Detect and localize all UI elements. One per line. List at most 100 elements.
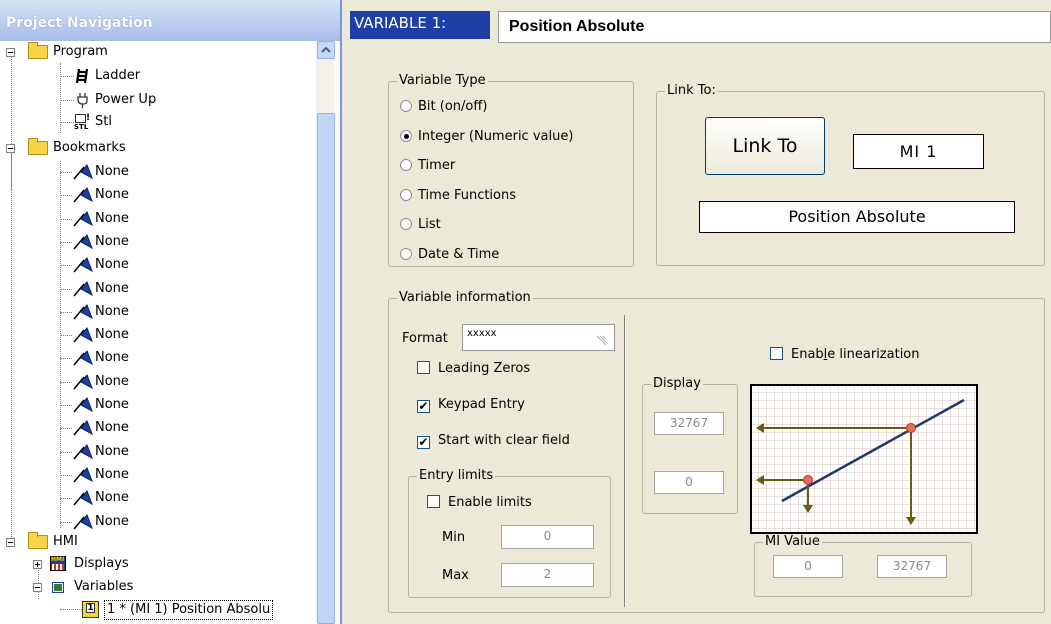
tree-item-label: 1 * (MI 1) Position Absolu bbox=[104, 600, 274, 620]
checkbox-box bbox=[427, 495, 440, 508]
bookmark-icon bbox=[73, 187, 93, 203]
tree-item-label: HMI bbox=[53, 534, 78, 549]
tree-item-label: None bbox=[95, 233, 129, 249]
radio-label: Time Functions bbox=[418, 187, 517, 203]
bookmark-icon bbox=[73, 327, 93, 343]
max-label: Max bbox=[442, 568, 469, 583]
checkbox-box: ✔ bbox=[417, 435, 430, 449]
display-low-field[interactable]: 0 bbox=[654, 471, 724, 494]
tree-item-label: Variables bbox=[74, 579, 134, 594]
radio-label: Timer bbox=[418, 158, 456, 173]
project-navigation-title: Project Navigation bbox=[0, 0, 340, 41]
mi-value-low-field[interactable]: 0 bbox=[773, 555, 843, 578]
clear-field-checkbox[interactable]: ✔ Start with clear field bbox=[417, 432, 570, 450]
tree-item-label: None bbox=[95, 466, 129, 482]
hmi-display-icon: HMI bbox=[49, 555, 67, 573]
display-high-field[interactable]: 32767 bbox=[654, 412, 724, 435]
variable-name-field[interactable]: Position Absolute bbox=[498, 11, 1051, 43]
group-title: Link To: bbox=[665, 83, 718, 99]
bookmark-icon bbox=[73, 303, 93, 320]
link-description-field: Position Absolute bbox=[699, 201, 1015, 233]
folder-icon bbox=[28, 42, 48, 59]
collapse-toggle[interactable] bbox=[6, 144, 15, 153]
variable-type-radio[interactable]: List bbox=[400, 216, 441, 234]
display-group: Display 32767 0 bbox=[642, 376, 738, 514]
radio-button bbox=[400, 159, 412, 171]
collapse-toggle[interactable] bbox=[6, 48, 15, 57]
high-point bbox=[906, 423, 916, 433]
bookmark-icon bbox=[73, 233, 93, 250]
variable-type-radio[interactable]: Date & Time bbox=[400, 246, 499, 264]
format-field[interactable]: xxxxx bbox=[462, 324, 615, 351]
variable-editor: VARIABLE 1: Position Absolute Variable T… bbox=[346, 0, 1051, 624]
link-to-button[interactable]: Link To bbox=[705, 117, 825, 175]
variable-information-group: Variable information Format xxxxx Leadin… bbox=[388, 290, 1045, 613]
group-title: MI Value bbox=[763, 534, 822, 550]
enable-linearization-checkbox[interactable]: Enable linearization bbox=[770, 346, 920, 364]
group-title: Variable Type bbox=[397, 73, 488, 89]
checkbox-label: Keypad Entry bbox=[438, 397, 525, 412]
tree-item-label: Displays bbox=[74, 556, 129, 571]
bookmark-icon bbox=[73, 443, 93, 460]
stl-icon: ! STL bbox=[74, 113, 91, 131]
tree-item-label: None bbox=[95, 327, 129, 343]
link-operand-field: MI 1 bbox=[853, 134, 984, 169]
tree-item-label: None bbox=[95, 257, 129, 273]
resize-grip-icon bbox=[596, 335, 607, 346]
checkbox-label: Enable limits bbox=[448, 495, 532, 510]
tree-item-label: None bbox=[95, 420, 129, 436]
bookmark-icon bbox=[73, 210, 93, 227]
tree-item-label: None bbox=[95, 164, 129, 179]
tree-item-label: None bbox=[95, 373, 129, 389]
power-plug-icon bbox=[77, 93, 88, 108]
project-navigation-title-text: Project Navigation bbox=[6, 15, 153, 31]
tree-item-label: None bbox=[95, 443, 129, 459]
format-label: Format bbox=[402, 331, 448, 346]
variable-type-radio[interactable]: Integer (Numeric value) bbox=[400, 128, 573, 146]
max-field[interactable]: 2 bbox=[501, 563, 594, 587]
bookmark-icon bbox=[73, 397, 93, 413]
ladder-icon bbox=[75, 68, 89, 84]
radio-button bbox=[400, 129, 412, 142]
variable-type-group: Variable Type Bit (on/off) Integer (Numer… bbox=[388, 73, 634, 267]
tree-scrollbar[interactable] bbox=[316, 41, 335, 624]
leading-zeros-checkbox[interactable]: Leading Zeros bbox=[417, 360, 530, 378]
scroll-thumb[interactable] bbox=[317, 113, 335, 624]
radio-button bbox=[400, 218, 412, 230]
min-field[interactable]: 0 bbox=[501, 525, 594, 549]
min-label: Min bbox=[442, 530, 466, 545]
collapse-toggle[interactable] bbox=[6, 538, 15, 547]
group-title: Entry limits bbox=[417, 468, 496, 484]
variable-type-radio[interactable]: Time Functions bbox=[400, 187, 516, 205]
variables-icon bbox=[49, 578, 67, 596]
enable-limits-checkbox[interactable]: Enable limits bbox=[427, 494, 532, 512]
bookmark-icon bbox=[73, 164, 93, 180]
radio-label: Date & Time bbox=[418, 246, 500, 262]
bookmark-icon bbox=[73, 280, 93, 296]
link-to-group: Link To: Link To MI 1 Position Absolute bbox=[656, 83, 1045, 266]
tree-item-label: None bbox=[95, 397, 129, 412]
keypad-entry-checkbox[interactable]: ✔ Keypad Entry bbox=[417, 396, 525, 414]
format-value: xxxxx bbox=[467, 328, 497, 339]
mi-value-high-field[interactable]: 32767 bbox=[877, 555, 947, 578]
checkbox-label: Leading Zeros bbox=[438, 361, 531, 376]
checkbox-box bbox=[417, 361, 430, 374]
tree-item-label: None bbox=[95, 350, 129, 366]
tree-item-label: Ladder bbox=[95, 68, 141, 83]
collapse-toggle[interactable] bbox=[33, 583, 42, 592]
tree-item-label: None bbox=[95, 303, 129, 319]
variable-type-radio[interactable]: Bit (on/off) bbox=[400, 98, 487, 116]
checkbox-label: Start with clear field bbox=[438, 433, 570, 448]
bookmark-icon bbox=[73, 420, 93, 436]
radio-label: Bit (on/off) bbox=[418, 99, 488, 114]
bookmark-icon bbox=[73, 350, 93, 366]
entry-limits-group: Entry limits Enable limits Min 0 Max 2 bbox=[408, 468, 611, 598]
radio-button bbox=[400, 247, 412, 260]
tree-item-label: Stl bbox=[95, 114, 112, 129]
expand-toggle[interactable] bbox=[33, 560, 42, 569]
scroll-up-button[interactable] bbox=[317, 41, 335, 59]
bookmark-icon bbox=[73, 513, 93, 529]
tree-guide bbox=[11, 151, 12, 541]
variable-type-radio[interactable]: Timer bbox=[400, 157, 455, 175]
project-tree[interactable]: Program Ladder Power Up ! STL Stl Bookma… bbox=[0, 41, 316, 624]
